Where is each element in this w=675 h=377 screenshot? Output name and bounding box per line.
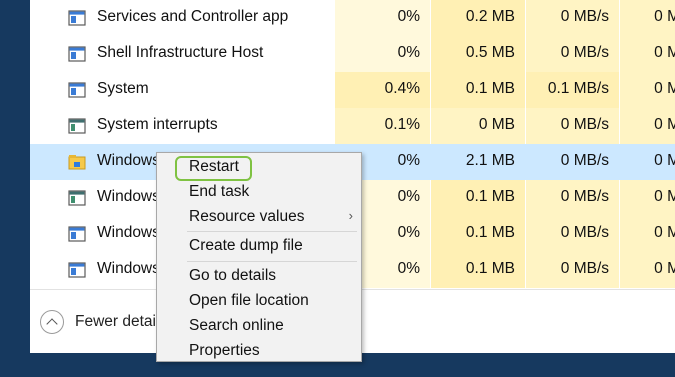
menu-item-label: Create dump file [189,237,303,255]
chevron-up-circle-icon[interactable] [40,310,64,334]
menu-item-end-task[interactable]: End task [157,180,361,204]
menu-item-create-dump-file[interactable]: Create dump file [157,234,361,258]
network-cell: 0 M [620,0,675,36]
disk-cell: 0 MB/s [526,0,619,36]
cpu-cell: 0% [335,0,430,36]
menu-item-restart[interactable]: Restart [157,155,361,181]
disk-cell: 0.1 MB/s [526,72,619,108]
process-name: System [97,80,149,97]
memory-cell: 0 MB [431,108,525,144]
disk-cell: 0 MB/s [526,180,619,216]
app-window-icon [68,225,86,243]
menu-item-search-online[interactable]: Search online [157,314,361,338]
disk-cell: 0 MB/s [526,216,619,252]
network-cell: 0 M [654,152,675,169]
disk-cell: 0 MB/s [560,152,609,169]
network-cell: 0 M [620,36,675,72]
network-cell: 0 M [620,252,675,288]
menu-item-go-to-details[interactable]: Go to details [157,264,361,288]
menu-item-label: Resource values [189,207,305,225]
menu-item-label: Properties [189,341,260,359]
menu-item-label: End task [189,182,250,200]
fewer-details-button[interactable]: Fewer detai [75,313,156,331]
process-name-cell: Shell Infrastructure Host [30,36,335,72]
network-cell: 0 M [620,72,675,108]
memory-cell: 0.1 MB [431,180,525,216]
disk-cell: 0 MB/s [526,252,619,288]
context-menu: Restart End task Resource values › Create du… [156,152,362,362]
menu-item-label: Restart [189,158,239,175]
memory-cell: 0.1 MB [431,252,525,288]
process-name: Shell Infrastructure Host [97,44,264,61]
memory-cell: 0.1 MB [431,216,525,252]
network-cell: 0 M [620,108,675,144]
process-name: Windows [97,152,160,169]
process-row[interactable]: System interrupts 0.1% 0 MB 0 MB/s 0 M [30,108,675,144]
memory-cell: 0.1 MB [431,72,525,108]
process-name: Services and Controller app [97,8,289,25]
system-window-icon [68,117,86,135]
memory-cell: 2.1 MB [465,152,515,169]
menu-item-label: Go to details [189,267,277,285]
cpu-cell: 0.4% [335,72,430,108]
app-window-icon [68,9,86,27]
process-name: System interrupts [97,116,218,133]
menu-item-resource-values[interactable]: Resource values › [157,205,361,229]
menu-item-properties[interactable]: Properties [157,339,361,363]
menu-separator [187,261,357,263]
menu-separator [187,231,357,233]
process-row[interactable]: Services and Controller app 0% 0.2 MB 0 MB/… [30,0,675,36]
memory-cell: 0.5 MB [431,36,525,72]
process-row[interactable]: System 0.4% 0.1 MB 0.1 MB/s 0 M [30,72,675,108]
chevron-right-icon: › [348,207,353,223]
network-cell: 0 M [620,180,675,216]
app-window-icon [68,45,86,63]
process-name-cell: System [30,72,335,108]
process-name-cell: Services and Controller app [30,0,335,36]
system-window-icon [68,189,86,207]
process-name: Windows [97,260,160,277]
memory-cell: 0.2 MB [431,0,525,36]
process-name: Windows [97,188,160,205]
app-window-icon [68,261,86,279]
cpu-cell: 0.1% [335,108,430,144]
cpu-cell: 0% [335,36,430,72]
menu-item-open-file-location[interactable]: Open file location [157,289,361,313]
menu-item-label: Search online [189,316,284,334]
network-cell: 0 M [620,216,675,252]
process-name: Windows [97,224,160,241]
process-name-cell: System interrupts [30,108,335,144]
disk-cell: 0 MB/s [526,108,619,144]
process-row[interactable]: Shell Infrastructure Host 0% 0.5 MB 0 MB/s 0… [30,36,675,72]
disk-cell: 0 MB/s [526,36,619,72]
folder-explorer-icon [68,153,86,171]
menu-item-label: Open file location [189,292,309,309]
app-window-icon [68,81,86,99]
